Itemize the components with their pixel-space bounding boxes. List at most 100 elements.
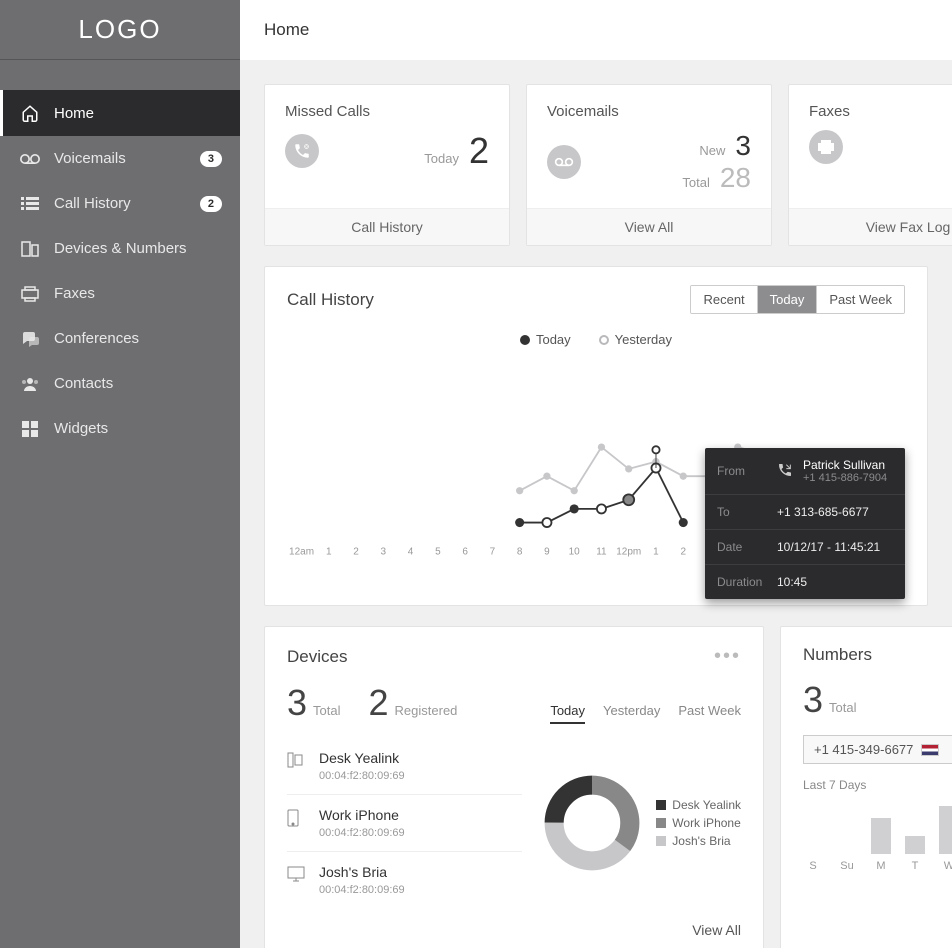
- stat-label: New: [699, 143, 725, 158]
- bottom-row: Devices ••• 3Total 2Registered Today Yes…: [264, 626, 928, 948]
- legend-label: Work iPhone: [672, 816, 740, 830]
- list-icon: [18, 197, 42, 211]
- tooltip-dur-label: Duration: [717, 575, 767, 589]
- voicemail-icon: [547, 145, 581, 179]
- card-footer-link[interactable]: View Fax Log: [789, 208, 952, 245]
- seg-pastweek[interactable]: Past Week: [817, 286, 904, 313]
- sidebar-badge: 3: [200, 151, 222, 167]
- devices-tabs: Today Yesterday Past Week: [550, 703, 741, 724]
- chat-icon: [18, 331, 42, 347]
- legend-label: Yesterday: [615, 332, 672, 347]
- legend-swatch: [656, 800, 666, 810]
- home-icon: [18, 104, 42, 122]
- bar-label: W: [944, 860, 952, 872]
- devices-total-label: Total: [313, 703, 340, 718]
- svg-text:1: 1: [326, 546, 332, 557]
- panel-title: Numbers: [803, 645, 872, 665]
- more-icon[interactable]: •••: [714, 645, 741, 668]
- bar-col: M: [871, 818, 891, 872]
- legend-label: Today: [536, 332, 571, 347]
- sidebar-item-home[interactable]: Home: [0, 90, 240, 136]
- selected-number: +1 415-349-6677: [814, 742, 913, 757]
- sidebar-item-voicemails[interactable]: Voicemails 3: [0, 136, 240, 181]
- bar-label: S: [809, 860, 816, 872]
- devices-view-all[interactable]: View All: [265, 908, 763, 948]
- devices-reg-value: 2: [369, 682, 389, 723]
- seg-recent[interactable]: Recent: [691, 286, 757, 313]
- tooltip-from-number: +1 415-886-7904: [803, 472, 887, 484]
- bar-col: T: [905, 836, 925, 872]
- donut-legend: Desk Yealink Work iPhone Josh's Bria: [656, 794, 741, 852]
- card-faxes: Faxes View Fax Log: [788, 84, 952, 246]
- flag-icon: [921, 744, 939, 756]
- sidebar-badge: 2: [200, 196, 222, 212]
- tooltip-date-label: Date: [717, 540, 767, 554]
- number-selector[interactable]: +1 415-349-6677: [803, 735, 952, 764]
- widgets-icon: [18, 421, 42, 437]
- chart-area: 12am123456789101112pm123456789 From Patr…: [265, 353, 927, 605]
- time-segment: Recent Today Past Week: [690, 285, 905, 314]
- svg-text:12pm: 12pm: [616, 546, 641, 557]
- devices-list: Desk Yealink 00:04:f2:80:09:69 Work iPhon…: [287, 738, 522, 908]
- tab-pastweek[interactable]: Past Week: [678, 703, 741, 724]
- svg-text:4: 4: [408, 546, 414, 557]
- device-item[interactable]: Work iPhone00:04:f2:80:09:69: [287, 795, 522, 852]
- devices-panel: Devices ••• 3Total 2Registered Today Yes…: [264, 626, 764, 948]
- sidebar-item-label: Home: [54, 105, 222, 122]
- svg-text:8: 8: [517, 546, 523, 557]
- tooltip-from-label: From: [717, 464, 767, 478]
- bar-label: M: [876, 860, 885, 872]
- numbers-total-label: Total: [829, 700, 856, 715]
- sidebar-item-label: Widgets: [54, 420, 222, 437]
- logo-text: LOGO: [78, 14, 161, 45]
- tab-today[interactable]: Today: [550, 703, 585, 724]
- bar: [905, 836, 925, 854]
- svg-text:2: 2: [680, 546, 686, 557]
- device-mac: 00:04:f2:80:09:69: [319, 827, 405, 839]
- panel-title: Devices: [287, 647, 347, 667]
- bar-col: Su: [837, 854, 857, 872]
- sidebar-item-callhistory[interactable]: Call History 2: [0, 181, 240, 226]
- topbar: Home: [240, 0, 952, 60]
- card-title: Missed Calls: [285, 103, 489, 120]
- sidebar-item-conferences[interactable]: Conferences: [0, 316, 240, 361]
- logo-area: LOGO: [0, 0, 240, 60]
- tooltip-to-label: To: [717, 505, 767, 519]
- sidebar-nav: Home Voicemails 3 Call History 2 Devices…: [0, 90, 240, 451]
- sidebar-item-faxes[interactable]: Faxes: [0, 271, 240, 316]
- legend-today: Today: [520, 332, 571, 347]
- sidebar-item-label: Devices & Numbers: [54, 240, 222, 257]
- device-name: Josh's Bria: [319, 864, 405, 880]
- device-item[interactable]: Josh's Bria 00:04:f2:80:09:69: [287, 852, 522, 908]
- seg-today[interactable]: Today: [758, 286, 818, 313]
- chart-tooltip: From Patrick Sullivan +1 415-886-7904 To…: [705, 448, 905, 599]
- tooltip-from-name: Patrick Sullivan: [803, 458, 887, 472]
- card-footer-link[interactable]: View All: [527, 208, 771, 245]
- summary-cards: Missed Calls Today 2 Call History: [264, 84, 928, 246]
- devices-donut: Desk Yealink Work iPhone Josh's Bria: [542, 738, 741, 908]
- sidebar-item-contacts[interactable]: Contacts: [0, 361, 240, 406]
- legend-yesterday: Yesterday: [599, 332, 672, 347]
- device-mac: 00:04:f2:80:09:69: [319, 884, 405, 896]
- sidebar-item-devices[interactable]: Devices & Numbers: [0, 226, 240, 271]
- softphone-icon: [287, 866, 307, 887]
- sidebar-item-widgets[interactable]: Widgets: [0, 406, 240, 451]
- svg-text:7: 7: [490, 546, 496, 557]
- card-footer-link[interactable]: Call History: [265, 208, 509, 245]
- phone-in-icon: [777, 462, 793, 481]
- panel-title: Call History: [287, 290, 374, 310]
- sidebar: LOGO Home Voicemails 3 Call History 2 De…: [0, 0, 240, 948]
- bar: [871, 818, 891, 854]
- card-missed-calls: Missed Calls Today 2 Call History: [264, 84, 510, 246]
- numbers-total-value: 3: [803, 679, 823, 720]
- legend-label: Desk Yealink: [672, 798, 741, 812]
- tab-yesterday[interactable]: Yesterday: [603, 703, 660, 724]
- bar: [939, 806, 952, 854]
- devices-icon: [18, 241, 42, 257]
- svg-text:10: 10: [569, 546, 581, 557]
- sidebar-item-label: Faxes: [54, 285, 222, 302]
- device-name: Desk Yealink: [319, 750, 405, 766]
- svg-text:11: 11: [596, 546, 607, 557]
- device-mac: 00:04:f2:80:09:69: [319, 770, 405, 782]
- device-item[interactable]: Desk Yealink 00:04:f2:80:09:69: [287, 738, 522, 795]
